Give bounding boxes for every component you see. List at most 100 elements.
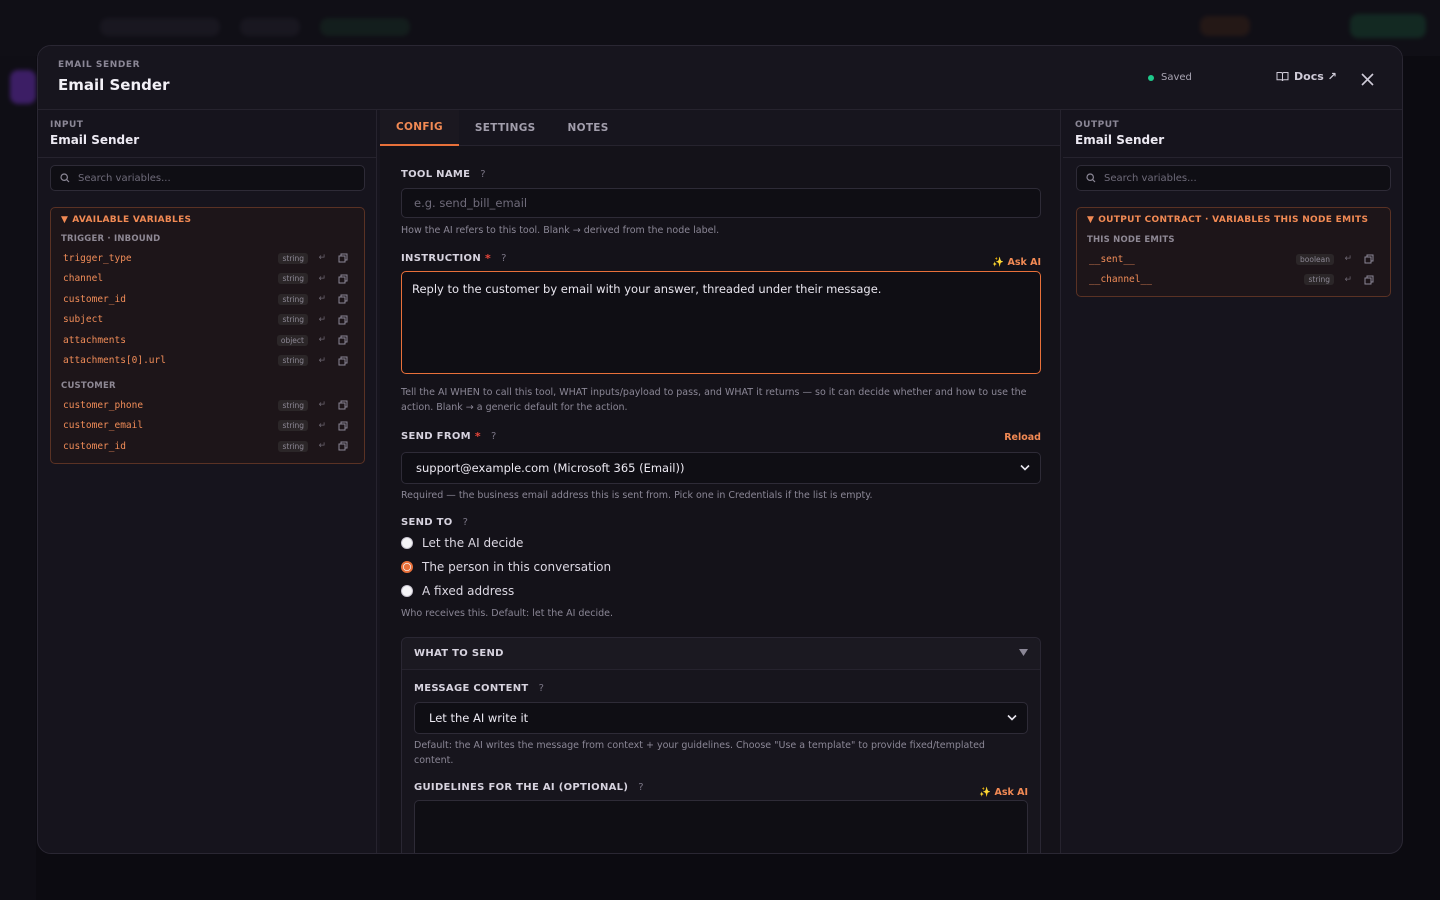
radio-button-selected[interactable] <box>401 561 413 573</box>
variable-name[interactable]: subject <box>63 314 103 325</box>
variable-row[interactable]: __sent__ boolean ↵ <box>1087 249 1380 270</box>
output-contract-toggle[interactable]: ▼ OUTPUT CONTRACT · VARIABLES THIS NODE … <box>1087 215 1380 225</box>
tab-config[interactable]: CONFIG <box>380 110 459 146</box>
docs-label: Docs ↗ <box>1294 70 1337 83</box>
variable-name[interactable]: customer_id <box>63 441 126 452</box>
variable-name[interactable]: channel <box>63 273 103 284</box>
input-panel-title: Email Sender <box>50 133 140 147</box>
what-to-send-header[interactable]: WHAT TO SEND <box>402 638 1040 670</box>
tool-name-input[interactable] <box>401 188 1041 218</box>
reload-button[interactable]: Reload <box>1004 432 1041 443</box>
copy-icon[interactable] <box>1364 275 1374 285</box>
insert-variable-icon[interactable]: ↵ <box>1344 254 1352 264</box>
node-config-modal: EMAIL SENDER Email Sender Saved Docs ↗ I… <box>37 45 1403 854</box>
variable-row[interactable]: attachments[0].url string ↵ <box>61 351 354 372</box>
insert-variable-icon[interactable]: ↵ <box>1344 275 1352 285</box>
variable-row[interactable]: __channel__ string ↵ <box>1087 270 1380 291</box>
copy-icon[interactable] <box>338 400 348 410</box>
instruction-label-text: INSTRUCTION <box>401 253 481 264</box>
chevron-down-icon <box>1020 464 1030 471</box>
send-from-label: SEND FROM * ? <box>401 430 497 443</box>
radio-button[interactable] <box>401 537 413 549</box>
copy-icon[interactable] <box>338 335 348 345</box>
output-panel-header: OUTPUT Email Sender <box>1063 110 1402 158</box>
copy-icon[interactable] <box>338 315 348 325</box>
copy-icon[interactable] <box>1364 254 1374 264</box>
copy-icon[interactable] <box>338 441 348 451</box>
guidelines-ask-ai-button[interactable]: ✨ Ask AI <box>979 787 1028 798</box>
send-to-option-fixed[interactable]: A fixed address <box>401 584 514 598</box>
insert-variable-icon[interactable]: ↵ <box>318 400 326 410</box>
output-search[interactable] <box>1076 165 1391 191</box>
input-search-field[interactable] <box>78 172 348 184</box>
send-from-label-text: SEND FROM <box>401 431 471 442</box>
send-to-option-label: Let the AI decide <box>422 536 524 550</box>
copy-icon[interactable] <box>338 356 348 366</box>
tab-settings[interactable]: SETTINGS <box>459 110 552 146</box>
variable-type-badge: string <box>278 314 308 326</box>
variable-row[interactable]: attachments object ↵ <box>61 330 354 351</box>
instruction-textarea[interactable]: Reply to the customer by email with your… <box>401 271 1041 374</box>
message-content-help-icon[interactable]: ? <box>539 683 545 694</box>
send-from-help-icon[interactable]: ? <box>491 431 497 442</box>
output-panel: OUTPUT Email Sender ▼ OUTPUT CONTRACT · … <box>1063 110 1402 853</box>
radio-button[interactable] <box>401 585 413 597</box>
variable-name[interactable]: __channel__ <box>1089 274 1152 285</box>
send-from-help: Required — the business email address th… <box>401 490 873 501</box>
variable-row[interactable]: subject string ↵ <box>61 310 354 331</box>
variable-name[interactable]: attachments[0].url <box>63 355 166 366</box>
insert-variable-icon[interactable]: ↵ <box>318 315 326 325</box>
insert-variable-icon[interactable]: ↵ <box>318 441 326 451</box>
copy-icon[interactable] <box>338 253 348 263</box>
guidelines-textarea[interactable] <box>414 800 1028 853</box>
insert-variable-icon[interactable]: ↵ <box>318 274 326 284</box>
copy-icon[interactable] <box>338 421 348 431</box>
send-to-option-ai[interactable]: Let the AI decide <box>401 536 523 550</box>
insert-variable-icon[interactable]: ↵ <box>318 294 326 304</box>
variable-row[interactable]: trigger_type string ↵ <box>61 248 354 269</box>
insert-variable-icon[interactable]: ↵ <box>318 335 326 345</box>
variable-row[interactable]: channel string ↵ <box>61 269 354 290</box>
variable-name[interactable]: customer_id <box>63 294 126 305</box>
tab-notes[interactable]: NOTES <box>552 110 625 146</box>
modal-kicker: EMAIL SENDER <box>58 60 141 70</box>
variable-name[interactable]: customer_email <box>63 420 143 431</box>
copy-icon[interactable] <box>338 294 348 304</box>
variable-row[interactable]: customer_email string ↵ <box>61 416 354 437</box>
insert-variable-icon[interactable]: ↵ <box>318 421 326 431</box>
required-marker: * <box>485 252 492 265</box>
insert-variable-icon[interactable]: ↵ <box>318 253 326 263</box>
variable-type-badge: object <box>276 334 308 346</box>
docs-link[interactable]: Docs ↗ <box>1276 70 1337 83</box>
guidelines-help-icon[interactable]: ? <box>638 782 644 793</box>
message-content-value: Let the AI write it <box>429 711 529 725</box>
guidelines-label: GUIDELINES FOR THE AI (OPTIONAL) ? <box>414 782 644 793</box>
close-button[interactable] <box>1356 68 1378 90</box>
variable-name[interactable]: trigger_type <box>63 253 132 264</box>
input-search[interactable] <box>50 165 365 191</box>
available-variables-toggle[interactable]: ▼ AVAILABLE VARIABLES <box>61 215 354 225</box>
variable-row[interactable]: customer_id string ↵ <box>61 289 354 310</box>
copy-icon[interactable] <box>338 274 348 284</box>
chevron-down-icon <box>1007 714 1017 721</box>
send-from-select[interactable]: support@example.com (Microsoft 365 (Emai… <box>401 452 1041 484</box>
variable-name[interactable]: attachments <box>63 335 126 346</box>
variable-name[interactable]: customer_phone <box>63 400 143 411</box>
instruction-label: INSTRUCTION * ? <box>401 252 507 265</box>
variable-group-label: CUSTOMER <box>61 381 116 391</box>
output-search-field[interactable] <box>1104 172 1374 184</box>
variable-type-badge: boolean <box>1296 253 1334 265</box>
variable-row[interactable]: customer_phone string ↵ <box>61 395 354 416</box>
variable-row[interactable]: customer_id string ↵ <box>61 436 354 457</box>
message-content-label-text: MESSAGE CONTENT <box>414 683 529 694</box>
variable-type-badge: string <box>278 399 308 411</box>
insert-variable-icon[interactable]: ↵ <box>318 356 326 366</box>
message-content-select[interactable]: Let the AI write it <box>414 702 1028 734</box>
variable-name[interactable]: __sent__ <box>1089 254 1135 265</box>
send-to-option-conversation[interactable]: The person in this conversation <box>401 560 611 574</box>
send-to-help-icon[interactable]: ? <box>463 517 469 528</box>
instruction-help-icon[interactable]: ? <box>501 253 507 264</box>
tool-name-help: How the AI refers to this tool. Blank → … <box>401 225 720 236</box>
instruction-ask-ai-button[interactable]: ✨ Ask AI <box>992 257 1041 268</box>
tool-name-help-icon[interactable]: ? <box>480 169 486 180</box>
